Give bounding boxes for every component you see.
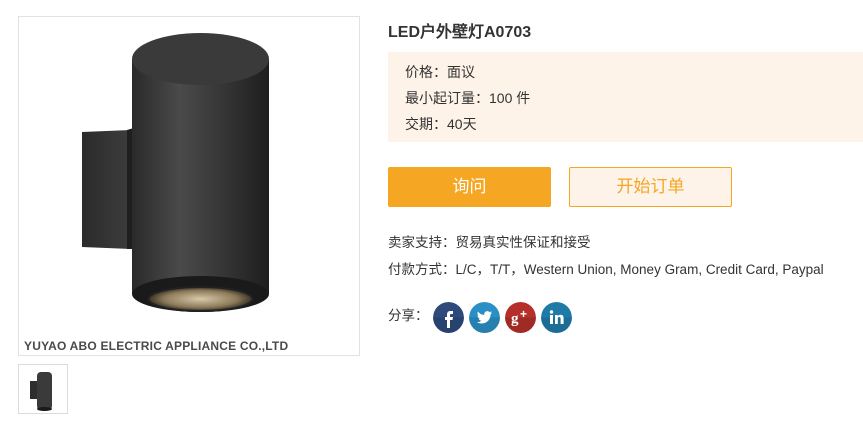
inquire-button[interactable]: 询问 bbox=[388, 167, 551, 207]
delivery-text: 交期：40天 bbox=[405, 116, 477, 132]
svg-text:g: g bbox=[511, 311, 519, 327]
wall-lamp-illustration bbox=[82, 33, 269, 312]
thumbnail-image[interactable] bbox=[18, 364, 68, 414]
thumbnail-lamp-icon bbox=[30, 372, 52, 411]
seller-support-text: 卖家支持：贸易真实性保证和接受 bbox=[388, 235, 591, 250]
moq-text: 最小起订量：100 件 bbox=[405, 90, 531, 106]
main-product-image: YUYAO ABO ELECTRIC APPLIANCE CO.,LTD bbox=[18, 16, 360, 356]
payment-methods-text: 付款方式：L/C，T/T，Western Union, Money Gram, … bbox=[388, 262, 824, 277]
linkedin-icon[interactable] bbox=[541, 302, 572, 333]
price-text: 价格：面议 bbox=[405, 64, 475, 80]
start-order-button[interactable]: 开始订单 bbox=[569, 167, 732, 207]
facebook-icon[interactable] bbox=[433, 302, 464, 333]
share-label: 分享： bbox=[388, 308, 429, 323]
google-plus-icon[interactable]: g + bbox=[505, 302, 536, 333]
image-watermark: YUYAO ABO ELECTRIC APPLIANCE CO.,LTD bbox=[24, 339, 289, 353]
svg-text:+: + bbox=[520, 307, 527, 321]
product-title: LED户外壁灯A0703 bbox=[388, 24, 532, 41]
product-info-box: 价格：面议 最小起订量：100 件 交期：40天 bbox=[388, 52, 863, 142]
twitter-icon[interactable] bbox=[469, 302, 500, 333]
